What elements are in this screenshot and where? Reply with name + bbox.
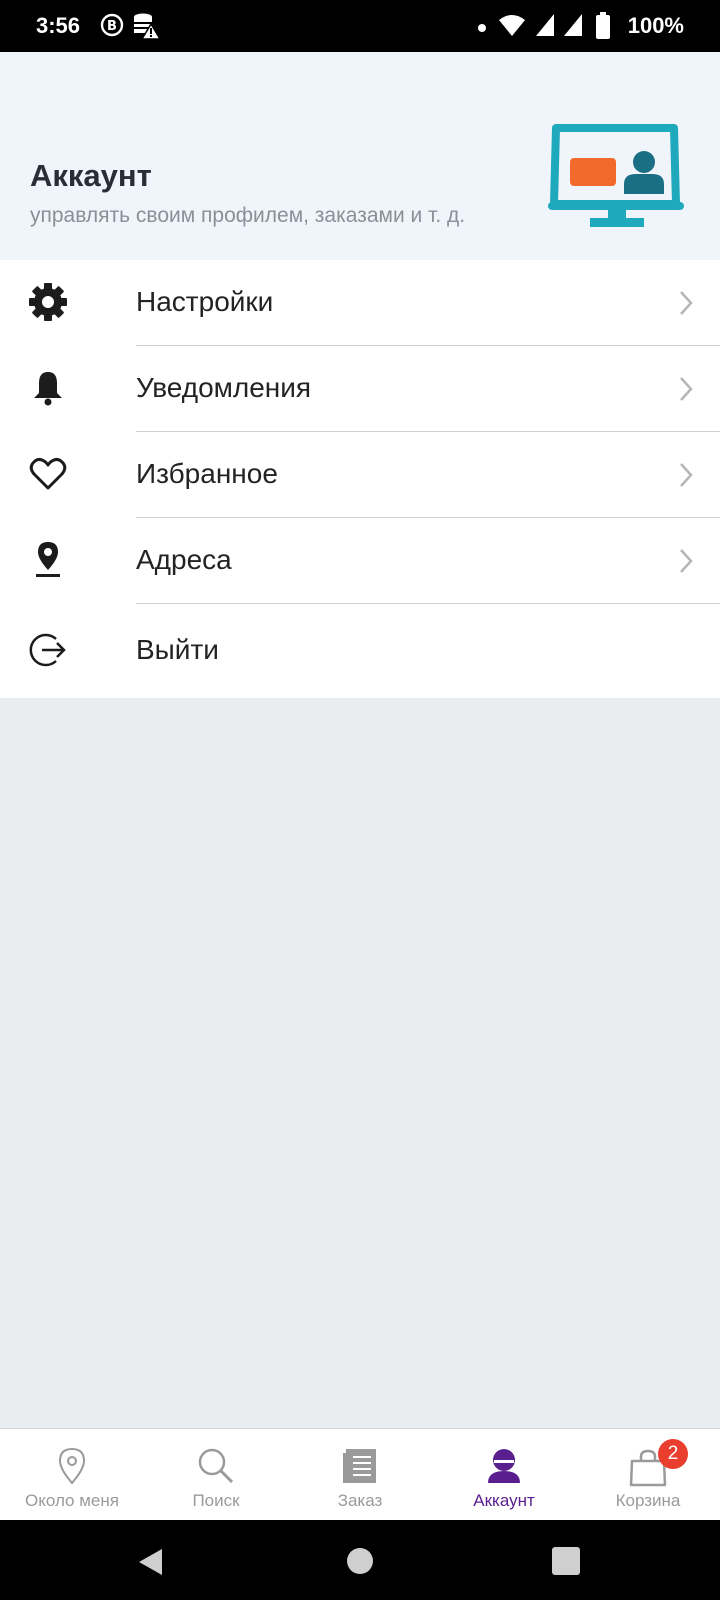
order-list-icon: [342, 1447, 378, 1490]
monitor-profile-icon: [548, 124, 686, 237]
signal-icon: [534, 12, 556, 43]
menu-item-notifications[interactable]: Уведомления: [0, 346, 720, 432]
location-pin-icon: [57, 1447, 87, 1490]
page-subtitle: управлять своим профилем, заказами и т. …: [30, 204, 466, 227]
recents-icon[interactable]: [552, 1547, 580, 1580]
signal-icon: [562, 12, 584, 43]
menu-item-label: Настройки: [136, 286, 274, 317]
nav-label: Около меня: [25, 1491, 119, 1510]
dot-icon: [477, 20, 487, 38]
gear-icon: [28, 282, 68, 322]
menu-item-addresses[interactable]: Адреса: [0, 518, 720, 604]
nav-item-order[interactable]: Заказ: [288, 1429, 432, 1521]
page-title: Аккаунт: [30, 158, 152, 193]
heart-icon: [28, 454, 68, 494]
bottom-navigation: Около меня Поиск Заказ Аккаунт 2 Корзина: [0, 1428, 720, 1520]
system-navigation-bar: [0, 1520, 720, 1600]
account-menu: Настройки Уведомления Избранное Адреса В…: [0, 260, 720, 698]
account-header: Аккаунт управлять своим профилем, заказа…: [0, 52, 720, 260]
menu-item-label: Адреса: [136, 544, 232, 575]
menu-item-label: Уведомления: [136, 372, 312, 403]
menu-item-favorites[interactable]: Избранное: [0, 432, 720, 518]
status-bar: 3:56 B 100%: [0, 0, 720, 52]
back-icon[interactable]: [136, 1547, 166, 1582]
cart-count-badge: 2: [658, 1439, 688, 1469]
menu-item-label: Выйти: [136, 634, 219, 665]
svg-text:B: B: [107, 19, 117, 34]
battery-icon: [595, 12, 611, 45]
logout-icon: [28, 630, 68, 670]
nav-label: Аккаунт: [473, 1491, 535, 1510]
chevron-right-icon: [678, 462, 694, 493]
chevron-right-icon: [678, 290, 694, 321]
menu-item-label: Избранное: [136, 458, 278, 489]
location-pin-icon: [28, 540, 68, 580]
wifi-icon: [498, 12, 526, 43]
database-warning-icon: [132, 12, 162, 45]
home-icon[interactable]: [346, 1547, 374, 1580]
bell-icon: [28, 368, 68, 408]
nav-item-account[interactable]: Аккаунт: [432, 1429, 576, 1521]
nav-label: Корзина: [615, 1491, 681, 1510]
nav-label: Поиск: [192, 1491, 240, 1510]
nav-item-nearby[interactable]: Около меня: [0, 1429, 144, 1521]
menu-item-settings[interactable]: Настройки: [0, 260, 720, 346]
nav-label: Заказ: [337, 1491, 383, 1510]
nav-item-search[interactable]: Поиск: [144, 1429, 288, 1521]
search-icon: [197, 1447, 235, 1490]
user-icon: [485, 1447, 523, 1490]
status-time: 3:56: [36, 13, 81, 38]
nav-item-cart[interactable]: 2 Корзина: [576, 1429, 720, 1521]
b-circle-icon: B: [100, 12, 124, 43]
battery-percent: 100%: [627, 13, 684, 38]
menu-item-logout[interactable]: Выйти: [0, 604, 720, 698]
chevron-right-icon: [678, 548, 694, 579]
chevron-right-icon: [678, 376, 694, 407]
